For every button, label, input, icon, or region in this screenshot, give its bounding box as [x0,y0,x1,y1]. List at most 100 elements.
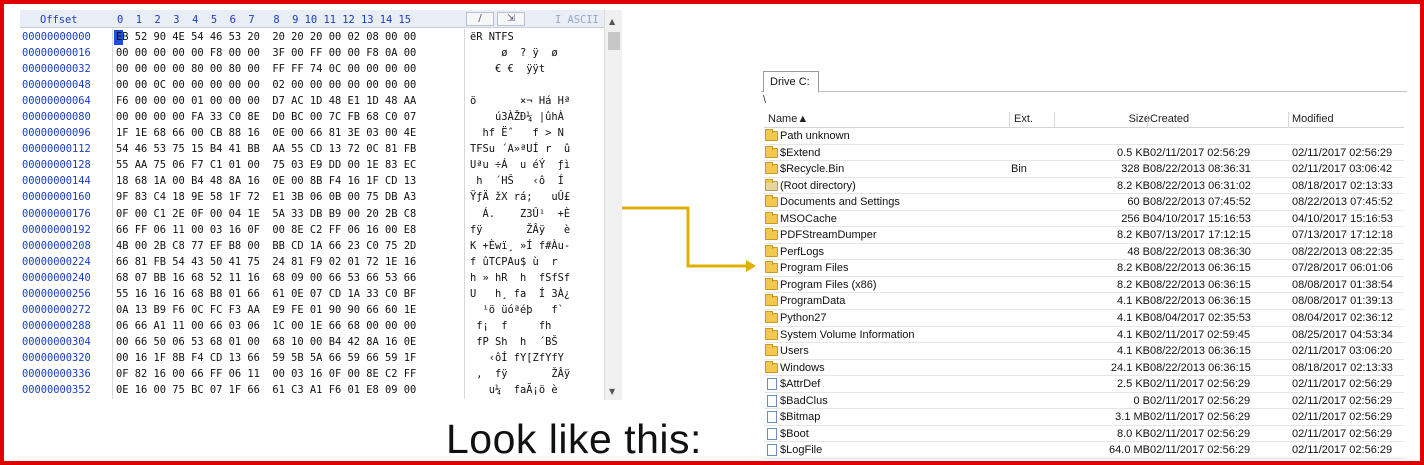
row-bytes[interactable]: 0A 13 B9 F6 0C FC F3 AA E9 FE 01 90 90 6… [116,302,416,318]
hex-row[interactable]: 00000000144 18 68 1A 00 B4 48 8A 16 0E 00… [20,173,604,189]
row-ascii[interactable]: hf Ëˆ f > N [470,125,564,141]
file-row[interactable]: Program Files (x86) 8.2 KB 08/22/2013 06:3… [764,277,1404,294]
hex-row[interactable]: 00000000272 0A 13 B9 F6 0C FC F3 AA E9 FE… [20,302,604,318]
file-row[interactable]: $Extend 0.5 KB 02/11/2017 02:56:29 02/11/20… [764,145,1404,162]
row-bytes[interactable]: A1 FA 01 E8 03 00 F4 EB FD 8B F0 AC 3C 0… [116,398,416,400]
hex-row[interactable]: 00000000208 4B 00 2B C8 77 EF B8 00 BB CD… [20,238,604,254]
size-column-header[interactable]: Size [1054,113,1150,125]
row-bytes[interactable]: 00 66 50 06 53 68 01 00 68 10 00 B4 42 8… [116,334,416,350]
row-ascii[interactable]: f ûTCPAu$ ù r [470,254,558,270]
row-ascii[interactable]: u¼ faÃ¡ö è [470,382,558,398]
hex-row[interactable]: 00000000016 00 00 00 00 00 F8 00 00 3F 00… [20,45,604,61]
row-bytes[interactable]: EB 52 90 4E 54 46 53 20 20 20 20 00 02 0… [116,29,416,45]
scroll-down-icon[interactable]: ▼ [609,384,615,400]
hex-row[interactable]: 00000000000 EB 52 90 4E 54 46 53 20 20 20… [20,29,604,45]
view-tool-button[interactable]: ⇲ [497,12,525,26]
edit-tool-button[interactable]: / [466,12,494,26]
row-ascii[interactable]: h » hR h fSfSf [470,270,570,286]
row-bytes[interactable]: 55 AA 75 06 F7 C1 01 00 75 03 E9 DD 00 1… [116,157,416,173]
ext-column-header[interactable]: Ext. [1014,113,1033,125]
hex-row[interactable]: 00000000160 9F 83 C4 18 9E 58 1F 72 E1 3B… [20,189,604,205]
row-ascii[interactable]: € € ÿÿt [470,61,545,77]
file-row[interactable]: $Boot 8.0 KB 02/11/2017 02:56:29 02/11/2017… [764,426,1404,443]
hex-row[interactable]: 00000000032 00 00 00 00 80 00 80 00 FF FF… [20,61,604,77]
row-ascii[interactable]: U h¸ fa Í 3À¿ [470,286,570,302]
row-bytes[interactable]: 18 68 1A 00 B4 48 8A 16 0E 00 8B F4 16 1… [116,173,416,189]
row-bytes[interactable]: 0E 16 00 75 BC 07 1F 66 61 C3 A1 F6 01 E… [116,382,416,398]
file-row[interactable]: PDFStreamDumper 8.2 KB 07/13/2017 17:12:15… [764,227,1404,244]
row-ascii[interactable]: K +Èwï¸ »Í f#Àu- [470,238,570,254]
hex-row[interactable]: 00000000352 0E 16 00 75 BC 07 1F 66 61 C3… [20,382,604,398]
hex-row[interactable]: 00000000176 0F 00 C1 2E 0F 00 04 1E 5A 33… [20,206,604,222]
row-bytes[interactable]: 9F 83 C4 18 9E 58 1F 72 E1 3B 06 0B 00 7… [116,189,416,205]
file-row[interactable]: (Root directory) 8.2 KB 08/22/2013 06:31:0… [764,178,1404,195]
file-list[interactable]: Path unknown $Extend 0.5 KB 02/11/2017 02:5… [764,128,1404,459]
row-bytes[interactable]: 54 46 53 75 15 B4 41 BB AA 55 CD 13 72 0… [116,141,416,157]
row-ascii[interactable]: ö ×¬ Há Hª [470,93,570,109]
row-bytes[interactable]: 66 81 FB 54 43 50 41 75 24 81 F9 02 01 7… [116,254,416,270]
hex-row[interactable]: 00000000192 66 FF 06 11 00 03 16 0F 00 8E… [20,222,604,238]
file-row[interactable]: MSOCache 256 B 04/10/2017 15:16:53 04/10/20… [764,211,1404,228]
row-bytes[interactable]: 00 00 00 00 FA 33 C0 8E D0 BC 00 7C FB 6… [116,109,416,125]
hex-row[interactable]: 00000000256 55 16 16 16 68 B8 01 66 61 0E… [20,286,604,302]
file-row[interactable]: $Bitmap 3.1 MB 02/11/2017 02:56:29 02/11/20… [764,409,1404,426]
file-row[interactable]: $AttrDef 2.5 KB 02/11/2017 02:56:29 02/11/2… [764,376,1404,393]
row-bytes[interactable]: 4B 00 2B C8 77 EF B8 00 BB CD 1A 66 23 C… [116,238,416,254]
hex-rows[interactable]: 00000000000 EB 52 90 4E 54 46 53 20 20 20… [20,29,604,400]
hex-row[interactable]: 00000000064 F6 00 00 00 01 00 00 00 D7 AC… [20,93,604,109]
file-row[interactable]: System Volume Information 4.1 KB 02/11/201… [764,327,1404,344]
hex-row[interactable]: 00000000368 A1 FA 01 E8 03 00 F4 EB FD 8B… [20,398,604,400]
row-ascii[interactable]: ø ? ÿ ø [470,45,557,61]
hex-viewer[interactable]: Offset 0 1 2 3 4 5 6 7 8 9 10 11 12 13 1… [20,10,622,400]
name-column-header[interactable]: Name▲ [768,113,808,125]
row-ascii[interactable]: ¹ö üóªéþ f` [470,302,564,318]
hex-row[interactable]: 00000000336 0F 82 16 00 66 FF 06 11 00 03… [20,366,604,382]
file-row[interactable]: Documents and Settings 60 B 08/22/2013 07:… [764,194,1404,211]
hex-row[interactable]: 00000000112 54 46 53 75 15 B4 41 BB AA 55… [20,141,604,157]
row-bytes[interactable]: 68 07 BB 16 68 52 11 16 68 09 00 66 53 6… [116,270,416,286]
file-row[interactable]: Python27 4.1 KB 08/04/2017 02:35:53 08/04/2… [764,310,1404,327]
hex-row[interactable]: 00000000304 00 66 50 06 53 68 01 00 68 10… [20,334,604,350]
row-ascii[interactable]: ëR NTFS [470,29,514,45]
file-row[interactable]: Windows 24.1 KB 08/22/2013 06:36:15 08/18/2… [764,360,1404,377]
row-ascii[interactable]: f¡ f fh [470,318,551,334]
row-ascii[interactable]: ‹ôÍ fY[ZfYfY [470,350,564,366]
file-row[interactable]: PerfLogs 48 B 08/22/2013 08:36:30 08/22/201… [764,244,1404,261]
tab-drive-c[interactable]: Drive C: [763,71,819,92]
hex-row[interactable]: 00000000048 00 00 0C 00 00 00 00 00 02 00… [20,77,604,93]
hex-row[interactable]: 00000000288 06 66 A1 11 00 66 03 06 1C 00… [20,318,604,334]
modified-column-header[interactable]: Modified [1292,113,1334,125]
row-bytes[interactable]: 0F 00 C1 2E 0F 00 04 1E 5A 33 DB B9 00 2… [116,206,416,222]
file-row[interactable]: $Recycle.Bin Bin 328 B 08/22/2013 08:36:31 0… [764,161,1404,178]
row-bytes[interactable]: 00 00 00 00 80 00 80 00 FF FF 74 0C 00 0… [116,61,416,77]
row-bytes[interactable]: 00 00 0C 00 00 00 00 00 02 00 00 00 00 0… [116,77,416,93]
row-ascii[interactable]: h ´HŠ ‹ô Í [470,173,564,189]
row-bytes[interactable]: 55 16 16 16 68 B8 01 66 61 0E 07 CD 1A 3… [116,286,416,302]
hex-row[interactable]: 00000000096 1F 1E 68 66 00 CB 88 16 0E 00… [20,125,604,141]
file-row[interactable]: Path unknown [764,128,1404,145]
row-bytes[interactable]: 00 16 1F 8B F4 CD 13 66 59 5B 5A 66 59 6… [116,350,416,366]
row-bytes[interactable]: 66 FF 06 11 00 03 16 0F 00 8E C2 FF 06 1… [116,222,416,238]
hex-row[interactable]: 00000000080 00 00 00 00 FA 33 C0 8E D0 BC… [20,109,604,125]
row-ascii[interactable]: TFSu ´A»ªUÍ r û [470,141,570,157]
row-ascii[interactable]: Á. Z3Û¹ +È [470,206,571,222]
file-row[interactable]: $BadClus 0 B 02/11/2017 02:56:29 02/11/2017… [764,393,1404,410]
file-browser[interactable]: Drive C: \ Name▲ Ext. Size Created Modif… [761,68,1407,461]
scroll-up-icon[interactable]: ▲ [609,14,615,30]
hex-row[interactable]: 00000000320 00 16 1F 8B F4 CD 13 66 59 5B… [20,350,604,366]
hex-scrollbar[interactable]: ▲ ▼ [604,10,622,400]
row-bytes[interactable]: 0F 82 16 00 66 FF 06 11 00 03 16 0F 00 8… [116,366,416,382]
row-bytes[interactable]: 06 66 A1 11 00 66 03 06 1C 00 1E 66 68 0… [116,318,416,334]
hex-row[interactable]: 00000000240 68 07 BB 16 68 52 11 16 68 09… [20,270,604,286]
row-ascii[interactable]: Uªu ÷Á u éÝ ƒì [470,157,570,173]
row-bytes[interactable]: 00 00 00 00 00 F8 00 00 3F 00 FF 00 00 F… [116,45,416,61]
file-row[interactable]: ProgramData 4.1 KB 08/22/2013 06:36:15 08/0… [764,293,1404,311]
file-row[interactable]: Program Files 8.2 KB 08/22/2013 06:36:15 07… [764,260,1404,277]
row-bytes[interactable]: 1F 1E 68 66 00 CB 88 16 0E 00 66 81 3E 0… [116,125,416,141]
file-row[interactable]: $LogFile 64.0 MB 02/11/2017 02:56:29 02/11/… [764,442,1404,459]
row-ascii[interactable]: fÿ ŽÂÿ è [470,222,570,238]
row-ascii[interactable]: ‚ fÿ ŽÂÿ [470,366,570,382]
row-bytes[interactable]: F6 00 00 00 01 00 00 00 D7 AC 1D 48 E1 1… [116,93,416,109]
row-ascii[interactable]: ¡ú è ôëý‹ð¬< t [470,398,564,400]
scrollbar-thumb[interactable] [608,32,620,50]
